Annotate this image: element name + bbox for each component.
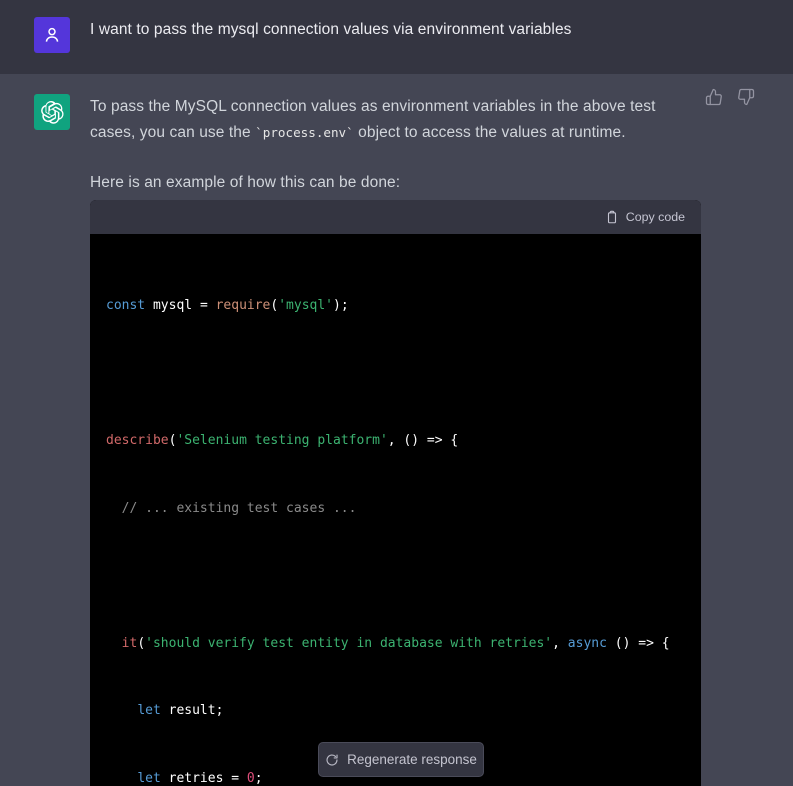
clipboard-icon bbox=[607, 210, 616, 223]
user-avatar-col bbox=[0, 17, 90, 56]
code-line: const mysql = require('mysql'); bbox=[106, 298, 349, 313]
paragraph-1-text-after: object to access the values at runtime. bbox=[353, 124, 626, 141]
regenerate-response-button[interactable]: Regenerate response bbox=[318, 742, 484, 777]
code-line: // ... existing test cases ... bbox=[121, 500, 357, 516]
thumbs-up-icon[interactable] bbox=[705, 88, 723, 106]
user-person-icon bbox=[45, 27, 59, 42]
code-line: it('should verify test entity in databas… bbox=[121, 635, 670, 651]
regenerate-response-label: Regenerate response bbox=[347, 752, 477, 767]
feedback-buttons bbox=[705, 88, 769, 106]
inline-code-process-env: `process.env` bbox=[255, 125, 354, 140]
refresh-icon bbox=[326, 753, 338, 766]
assistant-avatar-col bbox=[0, 94, 90, 786]
user-message-text: I want to pass the mysql connection valu… bbox=[90, 21, 572, 38]
user-message-row: I want to pass the mysql connection valu… bbox=[0, 0, 793, 74]
code-line: let result; bbox=[137, 703, 224, 718]
copy-code-label: Copy code bbox=[625, 210, 685, 224]
paragraph-2: Here is an example of how this can be do… bbox=[90, 174, 401, 191]
thumbs-down-icon[interactable] bbox=[737, 88, 755, 106]
code-block-body[interactable]: const mysql = require('mysql'); describe… bbox=[90, 234, 701, 786]
chatgpt-logo-icon bbox=[40, 100, 64, 124]
user-message-content: I want to pass the mysql connection valu… bbox=[90, 17, 793, 56]
copy-code-button[interactable]: Copy code bbox=[605, 210, 685, 225]
assistant-paragraph-1: To pass the MySQL connection values as e… bbox=[90, 94, 694, 196]
avatar bbox=[34, 17, 70, 53]
avatar bbox=[34, 94, 70, 130]
code-block: Copy code const mysql = require('mysql')… bbox=[90, 200, 701, 786]
assistant-message-row: To pass the MySQL connection values as e… bbox=[0, 74, 793, 786]
code-line: describe('Selenium testing platform', ()… bbox=[106, 433, 459, 448]
code-block-header: Copy code bbox=[90, 200, 701, 234]
chat-conversation-view: I want to pass the mysql connection valu… bbox=[0, 0, 793, 786]
assistant-message-content: To pass the MySQL connection values as e… bbox=[90, 88, 793, 786]
paragraph-with-inline-code: To pass the MySQL connection values as e… bbox=[90, 94, 694, 146]
